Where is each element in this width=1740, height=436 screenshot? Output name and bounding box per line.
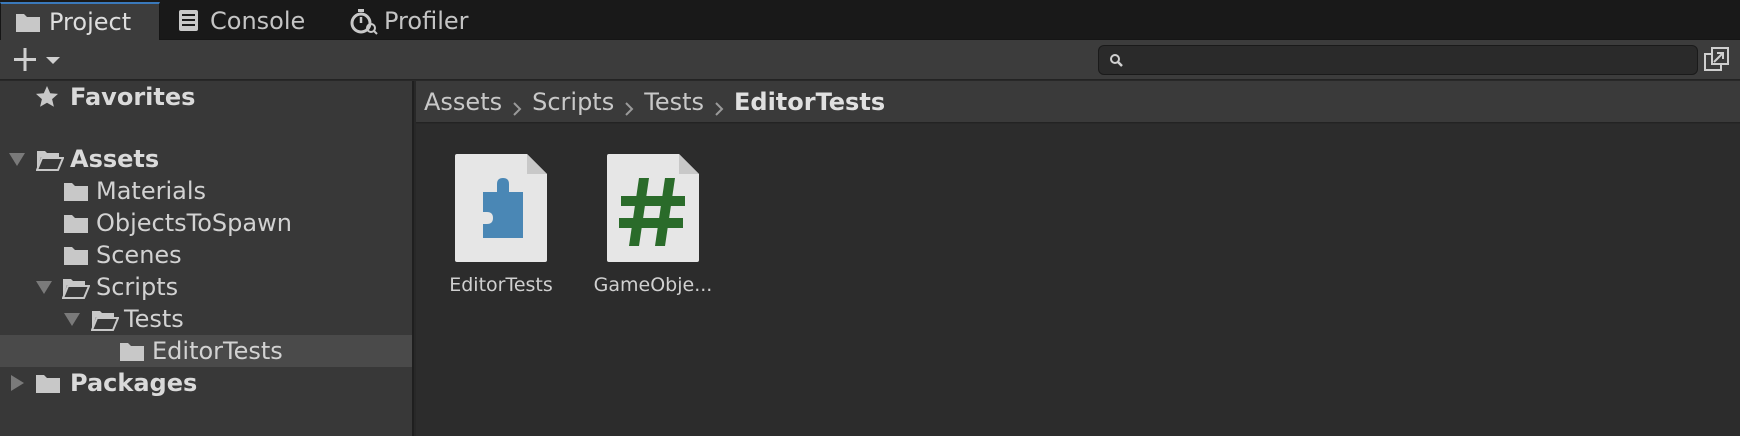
- tree-item-materials[interactable]: Materials: [0, 175, 412, 207]
- folder-open-icon: [36, 151, 64, 171]
- window-popout-icon: [1704, 47, 1729, 71]
- folder-icon: [64, 215, 88, 233]
- folder-tree-panel: Favorites Assets Materials ObjectsToSpaw…: [0, 81, 414, 436]
- tree-item-scripts[interactable]: Scripts: [0, 271, 412, 303]
- tree-item-packages[interactable]: Packages: [0, 367, 412, 399]
- expand-arrow-icon[interactable]: [9, 153, 25, 166]
- expand-arrow-icon[interactable]: [11, 375, 24, 391]
- assembly-definition-icon: [453, 152, 549, 264]
- search-icon: [1110, 54, 1123, 67]
- asset-item-editortests[interactable]: EditorTests: [436, 152, 566, 296]
- breadcrumb-editortests[interactable]: EditorTests: [734, 88, 885, 116]
- create-button[interactable]: [12, 46, 64, 74]
- tree-item-label: Materials: [96, 177, 207, 205]
- asset-grid: EditorTests GameObje...: [416, 124, 1740, 436]
- tab-label: Console: [210, 7, 306, 35]
- asset-item-gameobject-script[interactable]: GameObje...: [588, 152, 718, 296]
- csharp-script-icon: [605, 152, 701, 264]
- tree-item-label: Scripts: [96, 273, 179, 301]
- stopwatch-icon: [350, 9, 378, 35]
- tree-item-editortests[interactable]: EditorTests: [0, 335, 412, 367]
- popout-button[interactable]: [1702, 45, 1732, 75]
- folder-icon: [64, 183, 88, 201]
- tree-item-favorites[interactable]: Favorites: [0, 81, 412, 113]
- search-input[interactable]: [1129, 48, 1689, 72]
- console-icon: [176, 9, 202, 33]
- project-toolbar: [0, 40, 1740, 80]
- search-field[interactable]: [1098, 45, 1698, 75]
- tree-item-label: Assets: [70, 145, 160, 173]
- chevron-right-icon: [624, 95, 634, 116]
- folder-icon: [120, 343, 144, 361]
- tab-profiler[interactable]: Profiler: [350, 2, 500, 40]
- tree-item-objectstospawn[interactable]: ObjectsToSpawn: [0, 207, 412, 239]
- tab-console[interactable]: Console: [176, 2, 316, 40]
- expand-arrow-icon[interactable]: [64, 313, 80, 326]
- tree-item-scenes[interactable]: Scenes: [0, 239, 412, 271]
- tree-item-label: Packages: [70, 369, 198, 397]
- folder-icon: [36, 375, 60, 393]
- folder-open-icon: [91, 311, 119, 331]
- chevron-right-icon: [512, 95, 522, 116]
- breadcrumb-assets[interactable]: Assets: [424, 88, 502, 116]
- expand-arrow-icon[interactable]: [36, 281, 52, 294]
- tree-item-tests[interactable]: Tests: [0, 303, 412, 335]
- tree-item-label: Scenes: [96, 241, 182, 269]
- breadcrumb-scripts[interactable]: Scripts: [532, 88, 614, 116]
- asset-name: EditorTests: [449, 274, 553, 296]
- tab-label: Project: [49, 8, 132, 36]
- tab-project[interactable]: Project: [0, 2, 160, 40]
- chevron-right-icon: [714, 95, 724, 116]
- tree-item-label: Favorites: [70, 83, 196, 111]
- star-icon: [36, 86, 58, 107]
- folder-open-icon: [62, 279, 90, 299]
- folder-icon: [64, 247, 88, 265]
- breadcrumb-tests[interactable]: Tests: [644, 88, 704, 116]
- tree-item-label: ObjectsToSpawn: [96, 209, 292, 237]
- tree-item-assets[interactable]: Assets: [0, 143, 412, 175]
- breadcrumb: Assets Scripts Tests EditorTests: [416, 81, 1740, 123]
- plus-icon: [14, 48, 60, 71]
- tab-label: Profiler: [384, 7, 469, 35]
- asset-name: GameObje...: [593, 274, 713, 296]
- tree-item-label: EditorTests: [152, 337, 283, 365]
- tree-item-label: Tests: [124, 305, 184, 333]
- tab-bar: Project Console Profiler: [0, 0, 1740, 40]
- folder-icon: [15, 10, 41, 34]
